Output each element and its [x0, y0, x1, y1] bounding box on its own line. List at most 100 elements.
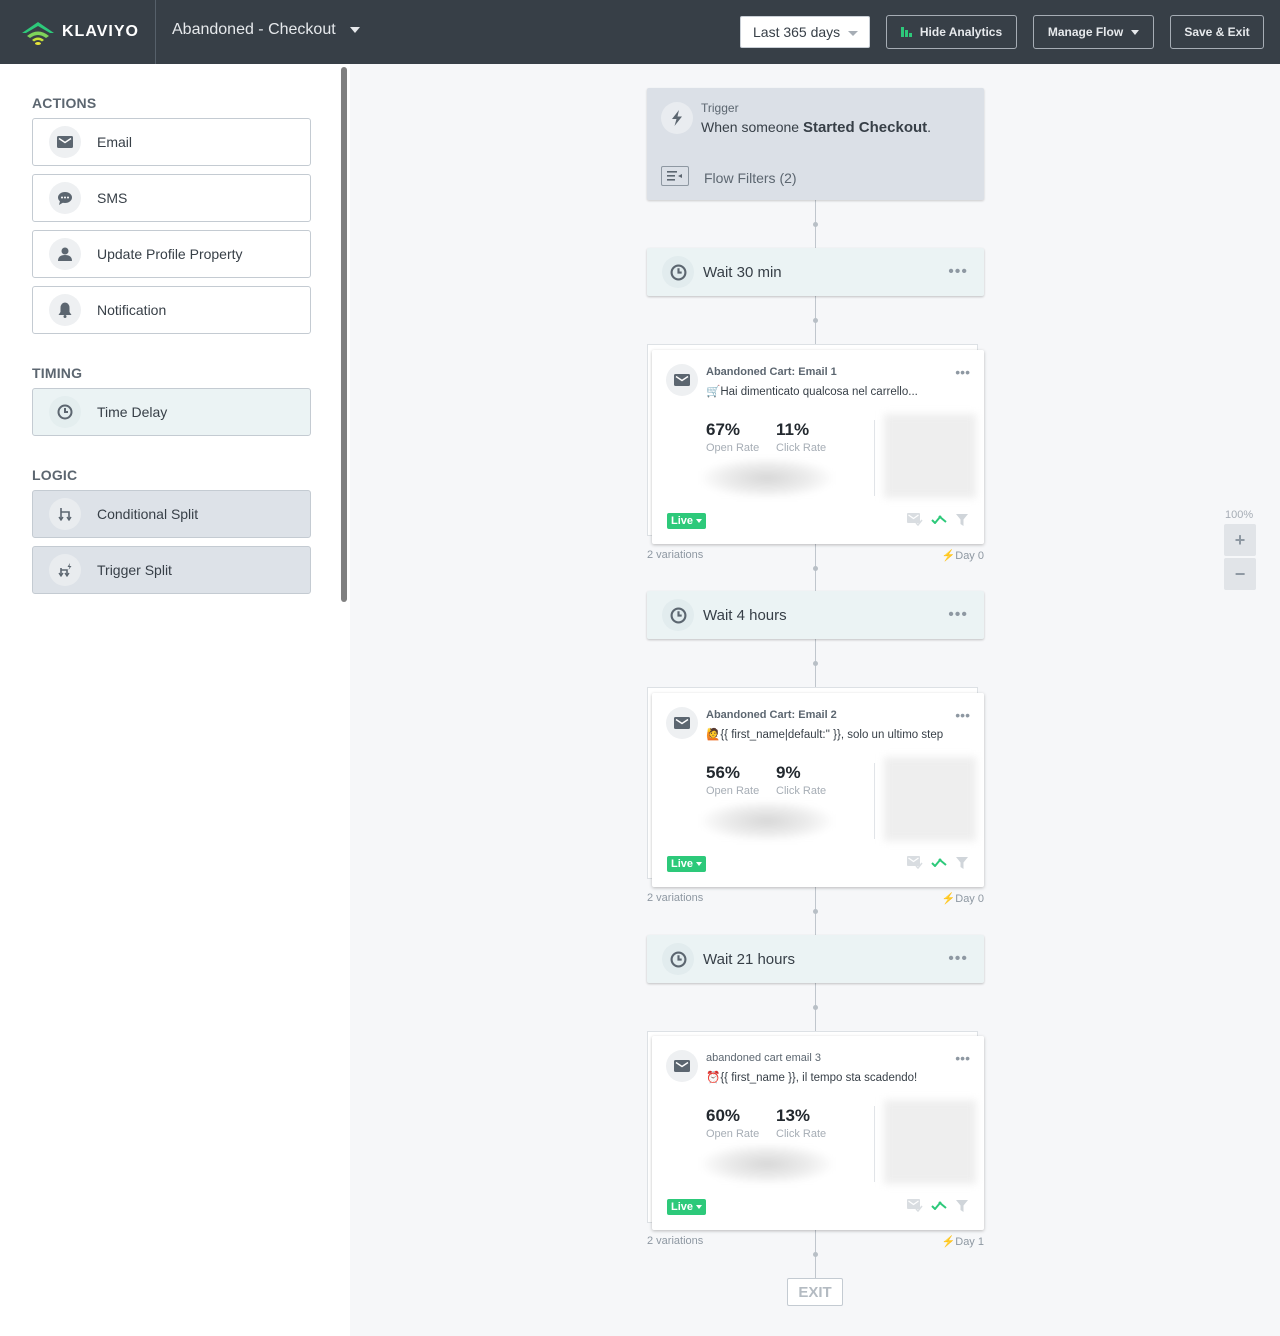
email-node[interactable]: abandoned cart email 3 ⏰{{ first_name }}… [652, 1036, 984, 1230]
open-rate-stat: 67% Open Rate [706, 420, 759, 454]
variations-count: 2 variations [647, 549, 704, 561]
connector-dot [813, 661, 818, 666]
send-day-label: Day 0 [955, 893, 984, 905]
envelope-icon [49, 126, 81, 158]
connector-dot [813, 1252, 818, 1257]
connector-dot [813, 566, 818, 571]
blurred-preview [884, 1100, 976, 1184]
lightning-icon [661, 102, 693, 134]
status-dropdown[interactable]: Live [667, 1199, 707, 1215]
date-range-select[interactable]: Last 365 days [740, 16, 870, 48]
sidebar-item-label: Update Profile Property [97, 246, 243, 262]
logo-icon [22, 22, 54, 45]
save-exit-button[interactable]: Save & Exit [1170, 15, 1264, 49]
send-day: ⚡Day 0 [941, 550, 984, 562]
save-exit-label: Save & Exit [1184, 25, 1250, 39]
status-dropdown[interactable]: Live [667, 513, 707, 529]
status-dropdown[interactable]: Live [667, 856, 707, 872]
caret-down-icon [696, 1205, 703, 1209]
flow-filters-link[interactable]: Flow Filters (2) [704, 170, 797, 186]
trigger-text-suffix: . [927, 119, 932, 135]
blurred-preview [884, 757, 976, 841]
sidebar-item-email[interactable]: Email [32, 118, 311, 166]
sidebar-item-label: Conditional Split [97, 506, 199, 522]
zoom-in-button[interactable]: + [1224, 524, 1256, 556]
chat-bubble-icon [49, 182, 81, 214]
filter-icon[interactable] [956, 1199, 968, 1212]
sidebar-item-time-delay[interactable]: Time Delay [32, 388, 311, 436]
status-label: Live [671, 858, 694, 870]
caret-down-icon [696, 519, 703, 523]
clock-icon [49, 396, 81, 428]
click-rate-value: 11% [776, 420, 810, 439]
filter-icon[interactable] [956, 513, 968, 526]
email-name: Abandoned Cart: Email 1 [706, 366, 837, 378]
hide-analytics-label: Hide Analytics [919, 25, 1003, 39]
envelope-icon [666, 364, 698, 396]
more-options-icon[interactable]: ••• [948, 951, 968, 967]
more-options-icon[interactable]: ••• [948, 607, 968, 623]
email-footer-icons [907, 856, 968, 869]
wait-node[interactable]: Wait 4 hours ••• [647, 591, 984, 639]
utm-tracking-icon[interactable] [931, 515, 948, 524]
caret-down-icon [696, 862, 703, 866]
sidebar-item-sms[interactable]: SMS [32, 174, 311, 222]
status-label: Live [671, 1201, 694, 1213]
filter-icon[interactable] [956, 856, 968, 869]
send-day: ⚡Day 1 [941, 1236, 984, 1248]
click-rate-stat: 13% Click Rate [776, 1106, 826, 1140]
more-options-icon[interactable]: ••• [955, 707, 970, 723]
sidebar-item-trigger-split[interactable]: Trigger Split [32, 546, 311, 594]
email-node[interactable]: Abandoned Cart: Email 2 🙋{{ first_name|d… [652, 693, 984, 887]
open-rate-value: 60% [706, 1106, 741, 1125]
connector-dot [813, 318, 818, 323]
utm-tracking-icon[interactable] [931, 858, 948, 867]
send-day: ⚡Day 0 [941, 893, 984, 905]
sidebar-item-label: Email [97, 134, 133, 150]
zoom-out-button[interactable]: − [1224, 558, 1256, 590]
clock-icon [662, 256, 694, 288]
trigger-card[interactable]: Trigger When someone Started Checkout. F… [647, 88, 984, 200]
blurred-metric [702, 458, 832, 498]
manage-flow-button[interactable]: Manage Flow [1033, 15, 1154, 49]
caret-down-icon [1131, 29, 1140, 35]
date-range-value: Last 365 days [753, 24, 841, 40]
hide-analytics-button[interactable]: Hide Analytics [886, 15, 1017, 49]
more-options-icon[interactable]: ••• [948, 264, 968, 280]
click-rate-label: Click Rate [776, 785, 827, 797]
click-rate-value: 13% [776, 1106, 811, 1125]
smart-sending-icon[interactable] [907, 1199, 923, 1212]
flow-title-dropdown[interactable]: Abandoned - Checkout [172, 21, 360, 39]
klaviyo-logo[interactable]: KLAVIYO [20, 18, 139, 46]
bell-icon [49, 294, 81, 326]
wait-label: Wait 30 min [703, 263, 782, 281]
sidebar-item-notification[interactable]: Notification [32, 286, 311, 334]
email-name: abandoned cart email 3 [706, 1052, 821, 1064]
divider [874, 420, 875, 496]
smart-sending-icon[interactable] [907, 513, 923, 526]
sidebar-item-label: Time Delay [97, 404, 168, 420]
email-subject: 🙋{{ first_name|default:'' }}, solo un ul… [706, 729, 944, 741]
section-heading-actions: ACTIONS [32, 95, 97, 111]
email-node[interactable]: Abandoned Cart: Email 1 🛒Hai dimenticato… [652, 350, 984, 544]
caret-down-icon [848, 31, 858, 36]
wait-node[interactable]: Wait 21 hours ••• [647, 935, 984, 983]
variations-count: 2 variations [647, 1235, 704, 1247]
sidebar-item-conditional-split[interactable]: Conditional Split [32, 490, 311, 538]
utm-tracking-icon[interactable] [931, 1201, 948, 1210]
flow-filter-icon[interactable] [661, 166, 689, 186]
email-subject: ⏰{{ first_name }}, il tempo sta scadendo… [706, 1072, 918, 1084]
trigger-label: Trigger [701, 101, 739, 115]
smart-sending-icon[interactable] [907, 856, 923, 869]
more-options-icon[interactable]: ••• [955, 1050, 970, 1066]
open-rate-label: Open Rate [706, 1128, 760, 1140]
trigger-text-prefix: When someone [701, 119, 803, 135]
open-rate-stat: 60% Open Rate [706, 1106, 759, 1140]
email-name: Abandoned Cart: Email 2 [706, 709, 837, 721]
sidebar-scrollbar[interactable] [341, 67, 347, 602]
click-rate-value: 9% [776, 763, 801, 782]
wait-node[interactable]: Wait 30 min ••• [647, 248, 984, 296]
sidebar-item-update-profile-property[interactable]: Update Profile Property [32, 230, 311, 278]
status-label: Live [671, 515, 694, 527]
more-options-icon[interactable]: ••• [955, 364, 970, 380]
